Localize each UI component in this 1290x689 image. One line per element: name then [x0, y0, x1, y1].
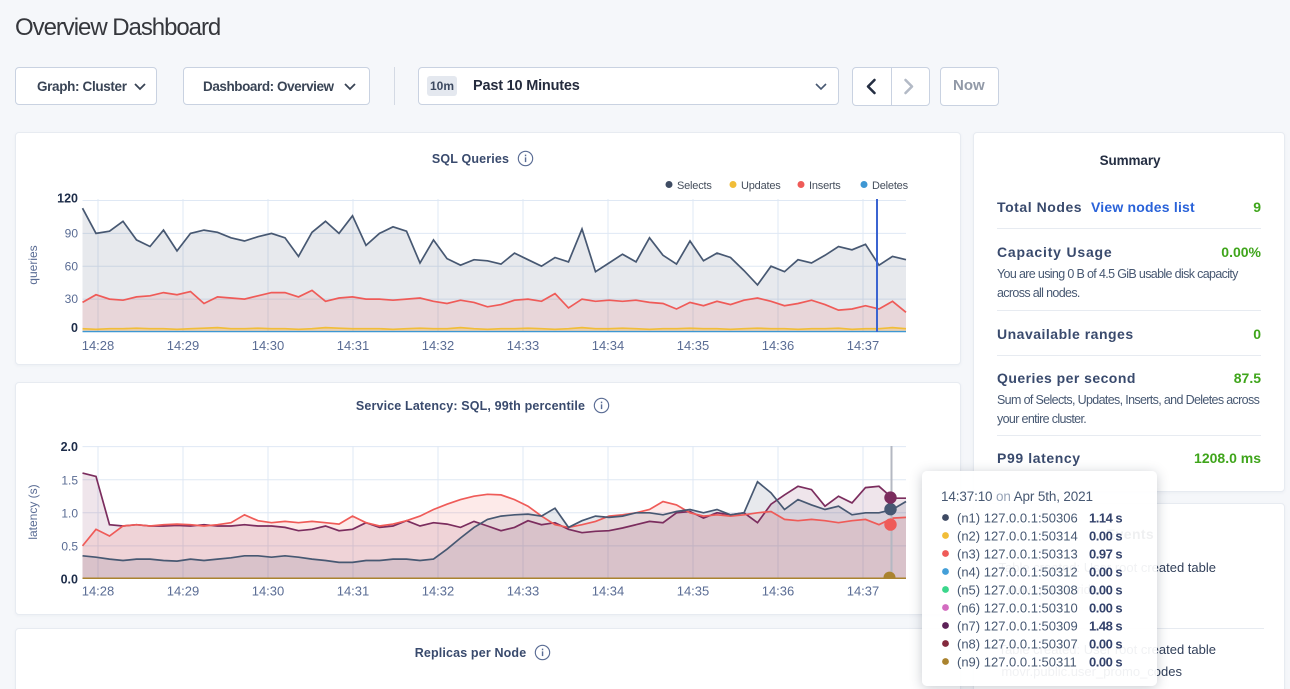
svg-text:14:35: 14:35: [677, 338, 710, 353]
svg-text:14:36: 14:36: [762, 338, 795, 353]
svg-text:30: 30: [65, 292, 79, 306]
svg-text:(n7) 127.0.0.1:50309: (n7) 127.0.0.1:50309: [957, 619, 1078, 634]
svg-text:Inserts: Inserts: [809, 180, 841, 192]
svg-text:1.14 s: 1.14 s: [1089, 511, 1122, 526]
svg-text:Deletes: Deletes: [872, 180, 909, 192]
svg-text:14:30: 14:30: [252, 584, 285, 599]
svg-text:0.00 s: 0.00 s: [1089, 637, 1122, 652]
svg-text:(n2) 127.0.0.1:50314: (n2) 127.0.0.1:50314: [957, 529, 1078, 544]
svg-text:0: 0: [71, 321, 78, 335]
svg-text:14:35: 14:35: [677, 584, 710, 599]
svg-text:14:30: 14:30: [252, 338, 285, 353]
svg-text:0.00 s: 0.00 s: [1089, 529, 1122, 544]
svg-text:14:34: 14:34: [592, 584, 625, 599]
svg-text:0.97 s: 0.97 s: [1089, 547, 1122, 562]
svg-text:14:33: 14:33: [507, 338, 540, 353]
svg-text:2.0: 2.0: [61, 440, 78, 454]
svg-text:14:29: 14:29: [167, 338, 200, 353]
svg-text:14:29: 14:29: [167, 584, 200, 599]
svg-text:14:28: 14:28: [82, 584, 115, 599]
svg-text:14:28: 14:28: [82, 338, 115, 353]
svg-text:queries: queries: [26, 245, 40, 284]
svg-text:14:36: 14:36: [762, 584, 795, 599]
svg-text:0.00 s: 0.00 s: [1089, 583, 1122, 598]
svg-text:0.00 s: 0.00 s: [1089, 655, 1122, 670]
svg-text:60: 60: [65, 259, 79, 273]
svg-text:14:32: 14:32: [422, 338, 455, 353]
svg-text:1.0: 1.0: [61, 507, 78, 521]
svg-text:(n8) 127.0.0.1:50307: (n8) 127.0.0.1:50307: [957, 637, 1078, 652]
svg-text:14:37: 14:37: [847, 338, 880, 353]
svg-text:14:32: 14:32: [422, 584, 455, 599]
svg-text:0.5: 0.5: [61, 540, 78, 554]
svg-text:0.0: 0.0: [61, 573, 78, 587]
svg-text:1.5: 1.5: [61, 474, 78, 488]
svg-text:(n5) 127.0.0.1:50308: (n5) 127.0.0.1:50308: [957, 583, 1078, 598]
svg-text:1.48 s: 1.48 s: [1089, 619, 1122, 634]
svg-text:120: 120: [57, 192, 78, 206]
svg-text:0.00 s: 0.00 s: [1089, 601, 1122, 616]
svg-text:90: 90: [65, 226, 79, 240]
svg-text:14:34: 14:34: [592, 338, 625, 353]
svg-text:(n6) 127.0.0.1:50310: (n6) 127.0.0.1:50310: [957, 601, 1078, 616]
svg-text:(n3) 127.0.0.1:50313: (n3) 127.0.0.1:50313: [957, 547, 1078, 562]
svg-text:latency (s): latency (s): [26, 484, 40, 539]
svg-text:Updates: Updates: [741, 180, 781, 192]
svg-text:(n4) 127.0.0.1:50312: (n4) 127.0.0.1:50312: [957, 565, 1078, 580]
svg-text:14:33: 14:33: [507, 584, 540, 599]
svg-text:0.00 s: 0.00 s: [1089, 565, 1122, 580]
svg-text:Selects: Selects: [677, 180, 712, 192]
svg-text:14:31: 14:31: [337, 584, 370, 599]
svg-text:14:37: 14:37: [847, 584, 880, 599]
svg-text:(n1) 127.0.0.1:50306: (n1) 127.0.0.1:50306: [957, 511, 1078, 526]
svg-text:(n9) 127.0.0.1:50311: (n9) 127.0.0.1:50311: [957, 655, 1077, 670]
svg-text:14:31: 14:31: [337, 338, 370, 353]
